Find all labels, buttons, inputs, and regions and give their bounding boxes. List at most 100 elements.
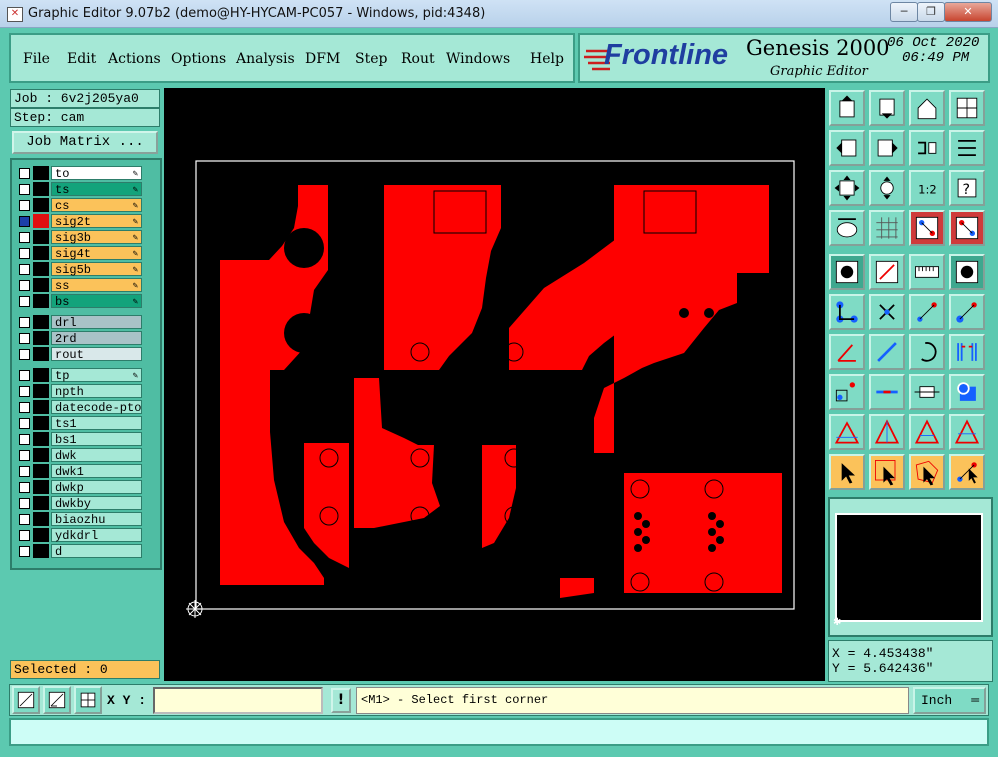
palette-icon[interactable] xyxy=(829,210,865,246)
layer-name[interactable]: biaozhu xyxy=(51,512,142,527)
layer-swatch[interactable] xyxy=(33,214,49,228)
menu-rout[interactable]: Rout xyxy=(401,51,435,67)
select-pointer-icon[interactable] xyxy=(829,454,865,490)
layer-row-dwk1[interactable]: dwk1 xyxy=(16,464,142,479)
menu-options[interactable]: Options xyxy=(171,51,226,67)
grid-icon[interactable] xyxy=(869,210,905,246)
layer-checkbox[interactable] xyxy=(19,418,30,429)
layer-row-sig5b[interactable]: sig5b ✎ xyxy=(16,262,142,277)
layer-checkbox[interactable] xyxy=(19,498,30,509)
layer-name[interactable]: sig2t ✎ xyxy=(51,214,142,229)
alert-button[interactable]: ! xyxy=(331,688,351,713)
layer-checkbox[interactable] xyxy=(19,370,30,381)
layer-checkbox[interactable] xyxy=(19,264,30,275)
layer-name[interactable]: dwkby xyxy=(51,496,142,511)
layer-checkbox[interactable] xyxy=(19,386,30,397)
layer-name[interactable]: ydkdrl xyxy=(51,528,142,543)
menu-step[interactable]: Step xyxy=(355,51,387,67)
select-net-icon[interactable] xyxy=(949,454,985,490)
layer-row-ss[interactable]: ss ✎ xyxy=(16,278,142,293)
layer-checkbox[interactable] xyxy=(19,216,30,227)
layer-name[interactable]: sig5b ✎ xyxy=(51,262,142,277)
layer-row-cs[interactable]: cs ✎ xyxy=(16,198,142,213)
layer-name[interactable]: dwk xyxy=(51,448,142,463)
triangle-edit-icon[interactable] xyxy=(869,414,905,450)
layer-swatch[interactable] xyxy=(33,384,49,398)
triangle-measure-icon[interactable] xyxy=(909,414,945,450)
graphic-canvas[interactable] xyxy=(164,88,825,681)
layer-swatch[interactable] xyxy=(33,331,49,345)
layer-checkbox[interactable] xyxy=(19,434,30,445)
job-matrix-button[interactable]: Job Matrix ... xyxy=(12,131,158,154)
help-icon[interactable]: ? xyxy=(949,170,985,206)
zoom-down-icon[interactable] xyxy=(869,90,905,126)
layer-name[interactable]: rout xyxy=(51,347,142,362)
layer-row-sig2t[interactable]: sig2t ✎ xyxy=(16,214,142,229)
layer-name[interactable]: datecode-pto xyxy=(51,400,142,415)
layer-swatch[interactable] xyxy=(33,294,49,308)
layer-swatch[interactable] xyxy=(33,400,49,414)
home-icon[interactable] xyxy=(909,90,945,126)
layer-swatch[interactable] xyxy=(33,278,49,292)
move-point-alt-icon[interactable] xyxy=(949,294,985,330)
menu-actions[interactable]: Actions xyxy=(108,51,161,67)
layer-checkbox[interactable] xyxy=(19,333,30,344)
measure-area-icon[interactable] xyxy=(43,686,71,714)
layer-swatch[interactable] xyxy=(33,315,49,329)
zoom-home-icon[interactable] xyxy=(829,90,865,126)
layer-swatch[interactable] xyxy=(33,230,49,244)
layer-checkbox[interactable] xyxy=(19,296,30,307)
select-box-icon[interactable] xyxy=(869,454,905,490)
layer-row-npth[interactable]: npth xyxy=(16,384,142,399)
layer-checkbox[interactable] xyxy=(19,248,30,259)
layer-checkbox[interactable] xyxy=(19,530,30,541)
move-point-icon[interactable] xyxy=(909,294,945,330)
mirror-icon[interactable] xyxy=(949,334,985,370)
layer-row-dwk[interactable]: dwk xyxy=(16,448,142,463)
layer-name[interactable]: d xyxy=(51,544,142,559)
delete-point-icon[interactable] xyxy=(869,294,905,330)
layer-swatch[interactable] xyxy=(33,262,49,276)
layer-swatch[interactable] xyxy=(33,368,49,382)
netlist-compare-icon[interactable] xyxy=(949,210,985,246)
netlist-icon[interactable] xyxy=(909,210,945,246)
layer-swatch[interactable] xyxy=(33,182,49,196)
layer-row-ydkdrl[interactable]: ydkdrl xyxy=(16,528,142,543)
layer-row-datecode-pto[interactable]: datecode-pto xyxy=(16,400,142,415)
layer-name[interactable]: sig3b ✎ xyxy=(51,230,142,245)
menu-file[interactable]: File xyxy=(23,51,50,67)
overview-preview[interactable]: ✱ xyxy=(828,497,993,637)
triangle-dim-icon[interactable] xyxy=(829,414,865,450)
layer-swatch[interactable] xyxy=(33,496,49,510)
layer-row-bs1[interactable]: bs1 xyxy=(16,432,142,447)
layer-checkbox[interactable] xyxy=(19,546,30,557)
layer-checkbox[interactable] xyxy=(19,232,30,243)
layer-name[interactable]: npth xyxy=(51,384,142,399)
dimension-icon[interactable] xyxy=(909,374,945,410)
layer-swatch[interactable] xyxy=(33,432,49,446)
layer-swatch[interactable] xyxy=(33,464,49,478)
layer-row-sig4t[interactable]: sig4t ✎ xyxy=(16,246,142,261)
layer-swatch[interactable] xyxy=(33,166,49,180)
layer-name[interactable]: dwkp xyxy=(51,480,142,495)
layer-name[interactable]: sig4t ✎ xyxy=(51,246,142,261)
angle-icon[interactable] xyxy=(829,334,865,370)
layer-checkbox[interactable] xyxy=(19,402,30,413)
layer-checkbox[interactable] xyxy=(19,317,30,328)
layer-name[interactable]: ts ✎ xyxy=(51,182,142,197)
zoom-fit-icon[interactable] xyxy=(829,170,865,206)
measure-shape-icon[interactable] xyxy=(869,254,905,290)
layer-row-d[interactable]: d xyxy=(16,544,142,559)
layer-swatch[interactable] xyxy=(33,448,49,462)
layer-swatch[interactable] xyxy=(33,544,49,558)
layer-row-bs[interactable]: bs ✎ xyxy=(16,294,142,309)
layer-checkbox[interactable] xyxy=(19,200,30,211)
layer-name[interactable]: cs ✎ xyxy=(51,198,142,213)
layer-row-to[interactable]: to ✎ xyxy=(16,166,142,181)
layer-swatch[interactable] xyxy=(33,528,49,542)
layer-checkbox[interactable] xyxy=(19,168,30,179)
scale-1-2-icon[interactable]: 1:2 xyxy=(909,170,945,206)
menu-analysis[interactable]: Analysis xyxy=(236,51,295,67)
units-dropdown[interactable]: Inch ═ xyxy=(913,687,986,714)
layer-swatch[interactable] xyxy=(33,512,49,526)
